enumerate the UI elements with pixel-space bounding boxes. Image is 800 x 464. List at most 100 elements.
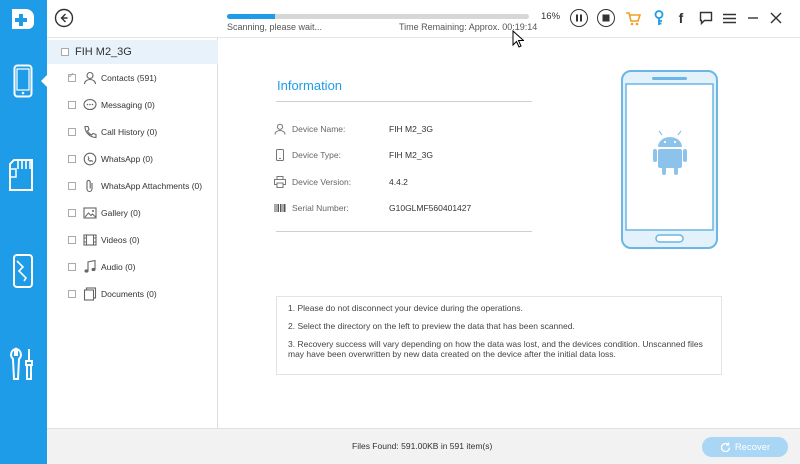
tree-item-label: Audio (0) [101, 262, 136, 272]
tree-item-label: Documents (0) [101, 289, 157, 299]
tree-item-label: Videos (0) [101, 235, 140, 245]
files-found-text: Files Found: 591.00KB in 591 item(s) [352, 441, 493, 451]
register-button[interactable] [650, 9, 668, 27]
barcode-icon [274, 204, 286, 212]
tree-item-documents[interactable]: Documents (0) [47, 283, 218, 305]
documents-icon [83, 287, 97, 301]
divider [276, 231, 532, 232]
info-key: Device Name: [292, 124, 346, 134]
info-key: Device Type: [292, 150, 341, 160]
tree-item-label: Contacts (591) [101, 73, 157, 83]
recover-icon [720, 442, 730, 452]
checkbox[interactable] [68, 128, 76, 136]
stop-button[interactable] [597, 9, 615, 27]
minimize-icon [748, 17, 758, 19]
user-icon [274, 123, 286, 135]
checkbox[interactable] [68, 209, 76, 217]
printer-icon [274, 176, 286, 188]
info-key: Serial Number: [292, 203, 349, 213]
tree-item-messaging[interactable]: Messaging (0) [47, 94, 218, 116]
mouse-cursor-icon [512, 30, 524, 48]
feedback-button[interactable] [697, 9, 715, 27]
chat-icon [699, 11, 713, 25]
message-icon [83, 98, 97, 111]
tree-item-label: WhatsApp (0) [101, 154, 153, 164]
status-footer: Files Found: 591.00KB in 591 item(s) Rec… [47, 428, 800, 464]
checkbox[interactable] [68, 263, 76, 271]
menu-icon [722, 13, 736, 23]
note-3: 3. Recovery success will vary depending … [288, 339, 703, 359]
video-icon [83, 234, 97, 246]
progress-percent: 16% [541, 11, 561, 22]
checkbox[interactable] [68, 290, 76, 298]
stop-icon [602, 14, 610, 22]
info-row-device-version: Device Version: 4.4.2 [274, 174, 534, 190]
tree-item-contacts[interactable]: Contacts (591) [47, 67, 218, 89]
tree-item-label: Messaging (0) [101, 100, 155, 110]
info-value: 4.4.2 [389, 177, 408, 187]
tree-item-label: Gallery (0) [101, 208, 141, 218]
rail-tools[interactable] [6, 344, 40, 386]
info-row-serial-number: Serial Number: G10GLMF560401427 [274, 200, 534, 216]
android-phone-illustration [621, 70, 718, 249]
checkbox[interactable] [68, 101, 76, 109]
rail-broken-phone[interactable] [6, 250, 40, 292]
info-row-device-type: Device Type: FIH M2_3G [274, 147, 534, 163]
device-checkbox[interactable] [61, 48, 69, 56]
info-value: FIH M2_3G [389, 124, 433, 134]
plus-cross-icon[interactable] [8, 6, 38, 32]
close-button[interactable] [767, 9, 785, 27]
info-value: G10GLMF560401427 [389, 203, 472, 213]
file-type-tree: FIH M2_3G Contacts (591) Messaging (0) C… [47, 38, 218, 428]
tree-item-call-history[interactable]: Call History (0) [47, 121, 218, 143]
recover-button[interactable]: Recover [702, 437, 788, 457]
left-rail [0, 0, 48, 464]
tree-item-videos[interactable]: Videos (0) [47, 229, 218, 251]
info-row-device-name: Device Name: FIH M2_3G [274, 121, 534, 137]
phone-icon [13, 64, 33, 98]
device-node-label: FIH M2_3G [75, 46, 132, 58]
tree-item-gallery[interactable]: Gallery (0) [47, 202, 218, 224]
information-heading: Information [277, 78, 343, 93]
cart-icon [626, 11, 641, 25]
audio-icon [84, 260, 96, 273]
facebook-icon: f [678, 10, 684, 26]
scan-status-text: Scanning, please wait... [227, 22, 323, 32]
tree-item-audio[interactable]: Audio (0) [47, 256, 218, 278]
scan-progress-bar [227, 14, 529, 19]
close-icon [770, 12, 782, 24]
note-2: 2. Select the directory on the left to p… [288, 321, 575, 331]
facebook-button[interactable]: f [672, 9, 690, 27]
checkbox[interactable] [68, 155, 76, 163]
pause-icon [576, 14, 582, 22]
menu-button[interactable] [720, 9, 738, 27]
tree-item-label: WhatsApp Attachments (0) [101, 181, 203, 191]
gallery-icon [83, 207, 97, 219]
key-icon [654, 10, 664, 25]
whatsapp-icon [83, 152, 97, 166]
device-node[interactable]: FIH M2_3G [47, 40, 218, 64]
rail-sd-card[interactable] [6, 154, 40, 196]
attachment-icon [86, 179, 93, 193]
cart-button[interactable] [624, 9, 642, 27]
minimize-button[interactable] [744, 9, 762, 27]
recover-label: Recover [734, 441, 771, 453]
device-icon [276, 149, 284, 161]
tree-item-whatsapp[interactable]: WhatsApp (0) [47, 148, 218, 170]
scan-progress-fill [227, 14, 276, 19]
checkbox[interactable] [68, 236, 76, 244]
sd-card-icon [9, 159, 33, 191]
divider [276, 101, 532, 102]
pause-button[interactable] [570, 9, 588, 27]
tree-item-whatsapp-attachments[interactable]: WhatsApp Attachments (0) [47, 175, 218, 197]
info-value: FIH M2_3G [389, 150, 433, 160]
info-key: Device Version: [292, 177, 352, 187]
checkbox[interactable] [68, 182, 76, 190]
tools-icon [10, 347, 33, 380]
tree-item-label: Call History (0) [101, 127, 158, 137]
contact-icon [83, 71, 97, 85]
broken-phone-icon [13, 254, 33, 288]
back-icon[interactable] [54, 8, 74, 28]
rail-phone-recovery[interactable] [6, 60, 48, 102]
checkbox[interactable] [68, 71, 76, 82]
